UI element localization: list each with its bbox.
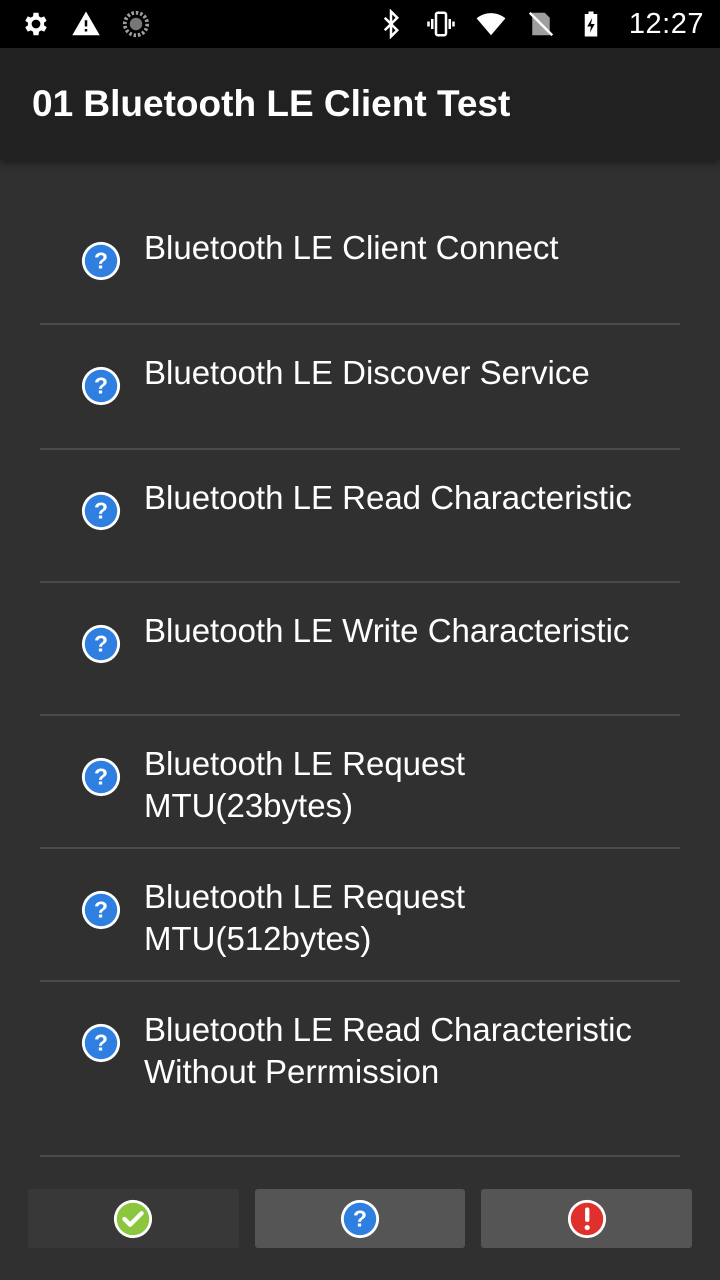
question-icon: ? <box>81 491 121 531</box>
vibrate-icon <box>425 8 457 40</box>
question-icon: ? <box>81 757 121 797</box>
svg-text:?: ? <box>94 373 108 399</box>
fail-button[interactable] <box>481 1189 693 1248</box>
test-item-request-mtu-23[interactable]: ? Bluetooth LE Request MTU(23bytes) <box>40 716 680 849</box>
status-bar: 12:27 <box>0 0 720 48</box>
question-icon: ? <box>81 241 121 281</box>
question-icon: ? <box>81 624 121 664</box>
svg-text:?: ? <box>353 1205 367 1231</box>
question-icon: ? <box>81 1023 121 1063</box>
page-title: 01 Bluetooth LE Client Test <box>32 83 511 124</box>
warning-icon <box>70 8 102 40</box>
test-item-write-characteristic[interactable]: ? Bluetooth LE Write Characteristic <box>40 583 680 716</box>
sync-icon <box>120 8 152 40</box>
svg-text:?: ? <box>94 631 108 657</box>
svg-text:?: ? <box>94 1030 108 1056</box>
svg-text:?: ? <box>94 897 108 923</box>
test-item-request-mtu-512[interactable]: ? Bluetooth LE Request MTU(512bytes) <box>40 849 680 982</box>
svg-text:?: ? <box>94 248 108 274</box>
status-right-icons: 12:27 <box>375 8 704 41</box>
app-bar: 01 Bluetooth LE Client Test <box>0 48 720 160</box>
status-left-icons <box>20 8 152 40</box>
wifi-icon <box>475 8 507 40</box>
pass-button[interactable] <box>28 1189 239 1248</box>
test-item-label: Bluetooth LE Client Connect <box>144 229 559 266</box>
battery-charging-icon <box>575 8 607 40</box>
question-icon: ? <box>340 1199 380 1238</box>
test-item-label: Bluetooth LE Request MTU(23bytes) <box>144 745 466 824</box>
bluetooth-icon <box>375 8 407 40</box>
question-icon: ? <box>81 366 121 406</box>
test-item-read-characteristic[interactable]: ? Bluetooth LE Read Characteristic <box>40 450 680 583</box>
svg-text:?: ? <box>94 764 108 790</box>
test-item-client-connect[interactable]: ? Bluetooth LE Client Connect <box>40 200 680 325</box>
svg-text:?: ? <box>94 498 108 524</box>
bottom-button-bar: ? <box>28 1189 693 1248</box>
test-item-label: Bluetooth LE Request MTU(512bytes) <box>144 878 466 957</box>
test-item-label: Bluetooth LE Read Characteristic Without… <box>144 1011 632 1090</box>
check-icon <box>114 1199 153 1238</box>
no-sim-icon <box>525 8 557 40</box>
test-item-label: Bluetooth LE Read Characteristic <box>144 479 632 516</box>
gear-icon <box>20 8 52 40</box>
test-item-discover-service[interactable]: ? Bluetooth LE Discover Service <box>40 325 680 450</box>
question-icon: ? <box>81 890 121 930</box>
error-icon <box>567 1199 606 1238</box>
test-item-label: Bluetooth LE Discover Service <box>144 354 590 391</box>
test-item-read-without-permission[interactable]: ? Bluetooth LE Read Characteristic Witho… <box>40 982 680 1157</box>
test-item-label: Bluetooth LE Write Characteristic <box>144 612 630 649</box>
info-button[interactable]: ? <box>254 1189 466 1248</box>
test-list: ? Bluetooth LE Client Connect ? Bluetoot… <box>40 200 680 1157</box>
clock: 12:27 <box>628 7 704 40</box>
